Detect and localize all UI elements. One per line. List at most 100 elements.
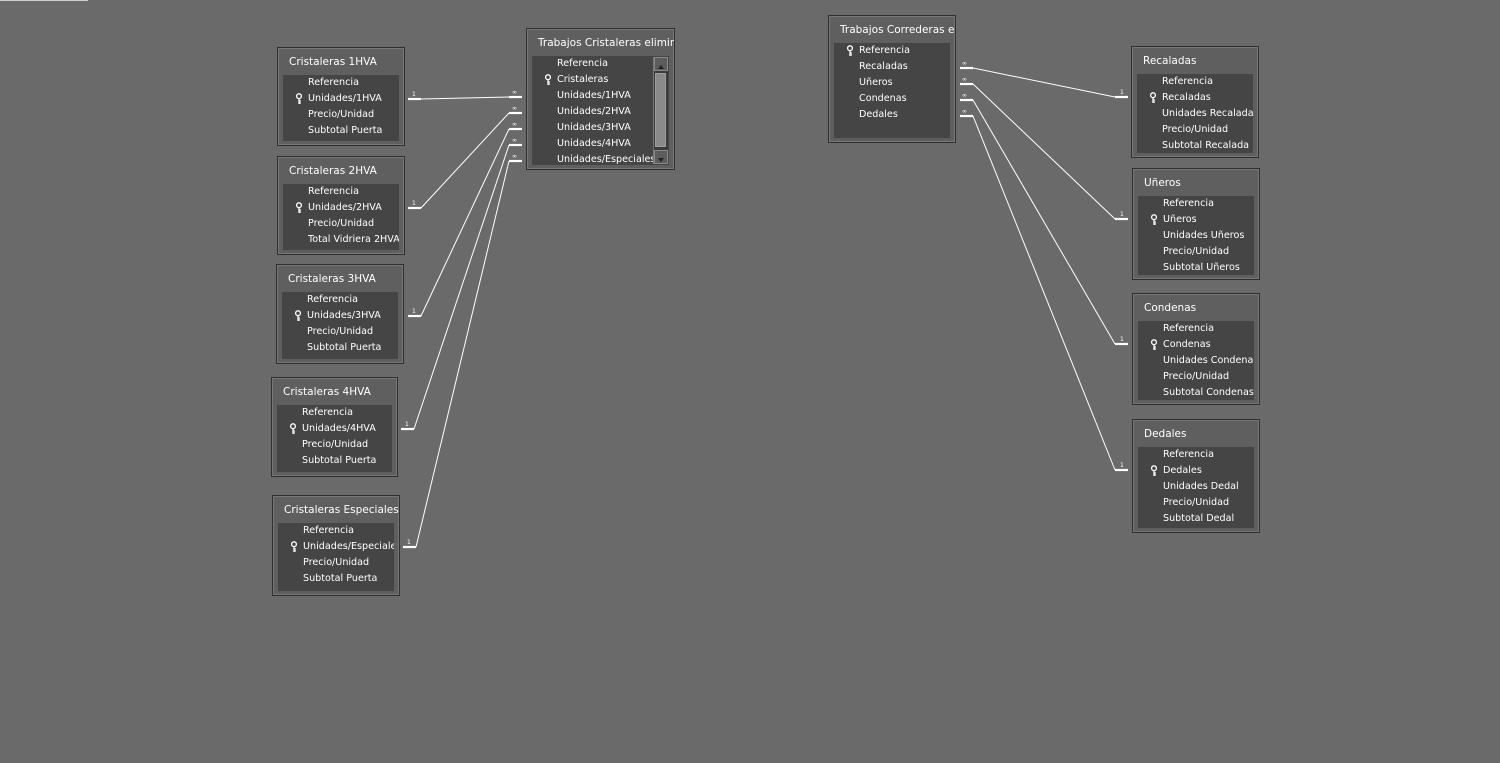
table-dedales[interactable]: Dedales Referencia Dedales Unidades Deda… [1132,419,1260,533]
table-cristaleras-especiales[interactable]: Cristaleras Especiales Referencia Unidad… [272,495,400,596]
field-item[interactable]: Precio/Unidad [283,107,374,123]
field-item[interactable]: Unidades/4HVA [277,421,376,437]
field-item[interactable]: Unidades Recalada [1137,106,1253,122]
field-item[interactable]: Referencia [282,292,358,308]
field-list[interactable]: Referencia Recaladas Unidades Recalada P… [1137,74,1253,153]
scrollbar-thumb[interactable] [655,73,666,147]
field-item[interactable]: Subtotal Puerta [282,340,381,356]
field-label: Recaladas [1162,92,1211,103]
relationship-lines: 1 ∞ 1 ∞ 1 ∞ 1 ∞ 1 ∞ 1 ∞ 1 ∞ 1 ∞ 1 ∞ [401,60,1128,549]
field-label: Referencia [859,45,910,56]
field-list[interactable]: Referencia Unidades/1HVA Precio/Unidad S… [283,75,399,141]
field-item[interactable]: Unidades/1HVA [283,91,382,107]
field-item[interactable]: Unidades/3HVA [282,308,381,324]
field-item[interactable]: Referencia [283,184,359,200]
field-item[interactable]: Referencia [277,405,353,421]
field-item[interactable]: Precio/Unidad [283,216,374,232]
field-list[interactable]: Referencia Condenas Unidades Condena Pre… [1138,321,1254,400]
scroll-down-arrow-icon[interactable] [654,150,668,164]
field-list[interactable]: Referencia Unidades/Especiales Precio/Un… [278,523,394,591]
field-item[interactable]: Unidades/Especiales [278,539,394,555]
field-item[interactable]: Unidades/4HVA [532,136,631,152]
field-item[interactable]: Unidades Dedal [1138,479,1239,495]
table-title[interactable]: Uñeros [1133,169,1259,195]
field-item[interactable]: Precio/Unidad [282,324,373,340]
scroll-up-arrow-icon[interactable] [654,57,668,71]
field-item[interactable]: Referencia [283,75,359,91]
field-item[interactable]: Condenas [1138,337,1211,353]
field-item[interactable]: Total Vidriera 2HVA [283,232,399,248]
field-item[interactable]: Subtotal Uñeros [1138,260,1240,275]
field-item[interactable]: Unidades/1HVA [532,88,631,104]
field-item[interactable]: Referencia [1138,447,1214,463]
field-item[interactable]: Cristaleras [532,72,608,88]
field-item[interactable]: Subtotal Dedal [1138,511,1234,527]
field-list[interactable]: Referencia Recaladas Uñeros Condenas Ded… [834,43,950,138]
table-title[interactable]: Trabajos Correderas el... [829,16,955,42]
field-item[interactable]: Precio/Unidad [278,555,369,571]
field-item[interactable]: Condenas [834,91,907,107]
table-title[interactable]: Cristaleras 2HVA [278,157,404,183]
field-item[interactable]: Referencia [1138,196,1214,212]
table-cristaleras-2hva[interactable]: Cristaleras 2HVA Referencia Unidades/2HV… [277,156,405,255]
field-item[interactable]: Recaladas [1137,90,1211,106]
field-list[interactable]: Referencia Unidades/3HVA Precio/Unidad S… [282,292,398,359]
field-item[interactable]: Precio/Unidad [1138,495,1229,511]
relationship-line [420,112,510,209]
field-item[interactable]: Subtotal Puerta [278,571,377,587]
field-item[interactable]: Referencia [278,523,354,539]
field-item[interactable]: Subtotal Recalada [1137,138,1249,153]
table-title[interactable]: Trabajos Cristaleras elimin... [527,29,674,55]
field-list[interactable]: Referencia Dedales Unidades Dedal Precio… [1138,447,1254,528]
key-icon [1149,339,1161,351]
table-title[interactable]: Cristaleras 1HVA [278,48,404,74]
table-title[interactable]: Recaladas [1132,47,1258,73]
field-item[interactable]: Dedales [1138,463,1202,479]
table-cristaleras-1hva[interactable]: Cristaleras 1HVA Referencia Unidades/1HV… [277,47,405,146]
table-trabajos-cristaleras[interactable]: Trabajos Cristaleras elimin... Referenci… [526,28,675,170]
field-item[interactable]: Dedales [834,107,898,123]
field-item[interactable]: Unidades/2HVA [532,104,631,120]
field-label: Unidades/2HVA [308,202,382,213]
field-item[interactable]: Referencia [1138,321,1214,337]
field-item[interactable]: Precio/Unidad [277,437,368,453]
table-title[interactable]: Condenas [1133,294,1259,320]
field-item[interactable]: Uñeros [1138,212,1197,228]
table-title[interactable]: Cristaleras 4HVA [272,378,397,404]
field-list[interactable]: Referencia Unidades/4HVA Precio/Unidad S… [277,405,392,472]
table-cristaleras-3hva[interactable]: Cristaleras 3HVA Referencia Unidades/3HV… [276,264,404,364]
field-item[interactable]: Subtotal Puerta [283,123,382,139]
table-uneros[interactable]: Uñeros Referencia Uñeros Unidades Uñeros… [1132,168,1260,280]
field-item[interactable]: Referencia [1137,74,1213,90]
field-item[interactable]: Unidades/3HVA [532,120,631,136]
field-item[interactable]: Subtotal Puerta [277,453,376,469]
field-list[interactable]: Referencia Cristaleras Unidades/1HVA Uni… [532,56,669,165]
table-title[interactable]: Cristaleras 3HVA [277,265,403,291]
table-title[interactable]: Dedales [1133,420,1259,446]
field-item[interactable]: Referencia [834,43,910,59]
field-label: Unidades/4HVA [302,423,376,434]
field-item[interactable]: Uñeros [834,75,893,91]
key-icon [294,93,306,105]
relationship-line [420,96,510,100]
field-item[interactable]: Unidades/2HVA [283,200,382,216]
field-item[interactable]: Precio/Unidad [1138,369,1229,385]
field-list[interactable]: Referencia Uñeros Unidades Uñeros Precio… [1138,196,1254,275]
field-item[interactable]: Precio/Unidad [1138,244,1229,260]
table-cristaleras-4hva[interactable]: Cristaleras 4HVA Referencia Unidades/4HV… [271,377,398,477]
field-item[interactable]: Unidades/Especiales [532,152,655,165]
vertical-scrollbar[interactable] [653,57,668,164]
table-recaladas[interactable]: Recaladas Referencia Recaladas Unidades … [1131,46,1259,158]
relationship-line [972,99,1116,345]
field-item[interactable]: Referencia [532,56,608,72]
table-title[interactable]: Cristaleras Especiales [273,496,399,522]
field-item[interactable]: Unidades Uñeros [1138,228,1244,244]
field-item[interactable]: Unidades Condena [1138,353,1253,369]
table-condenas[interactable]: Condenas Referencia Condenas Unidades Co… [1132,293,1260,405]
field-list[interactable]: Referencia Unidades/2HVA Precio/Unidad T… [283,184,399,250]
field-item[interactable]: Subtotal Condenas [1138,385,1254,400]
table-trabajos-correderas[interactable]: Trabajos Correderas el... Referencia Rec… [828,15,956,143]
key-icon [288,423,300,435]
field-item[interactable]: Recaladas [834,59,908,75]
field-item[interactable]: Precio/Unidad [1137,122,1228,138]
